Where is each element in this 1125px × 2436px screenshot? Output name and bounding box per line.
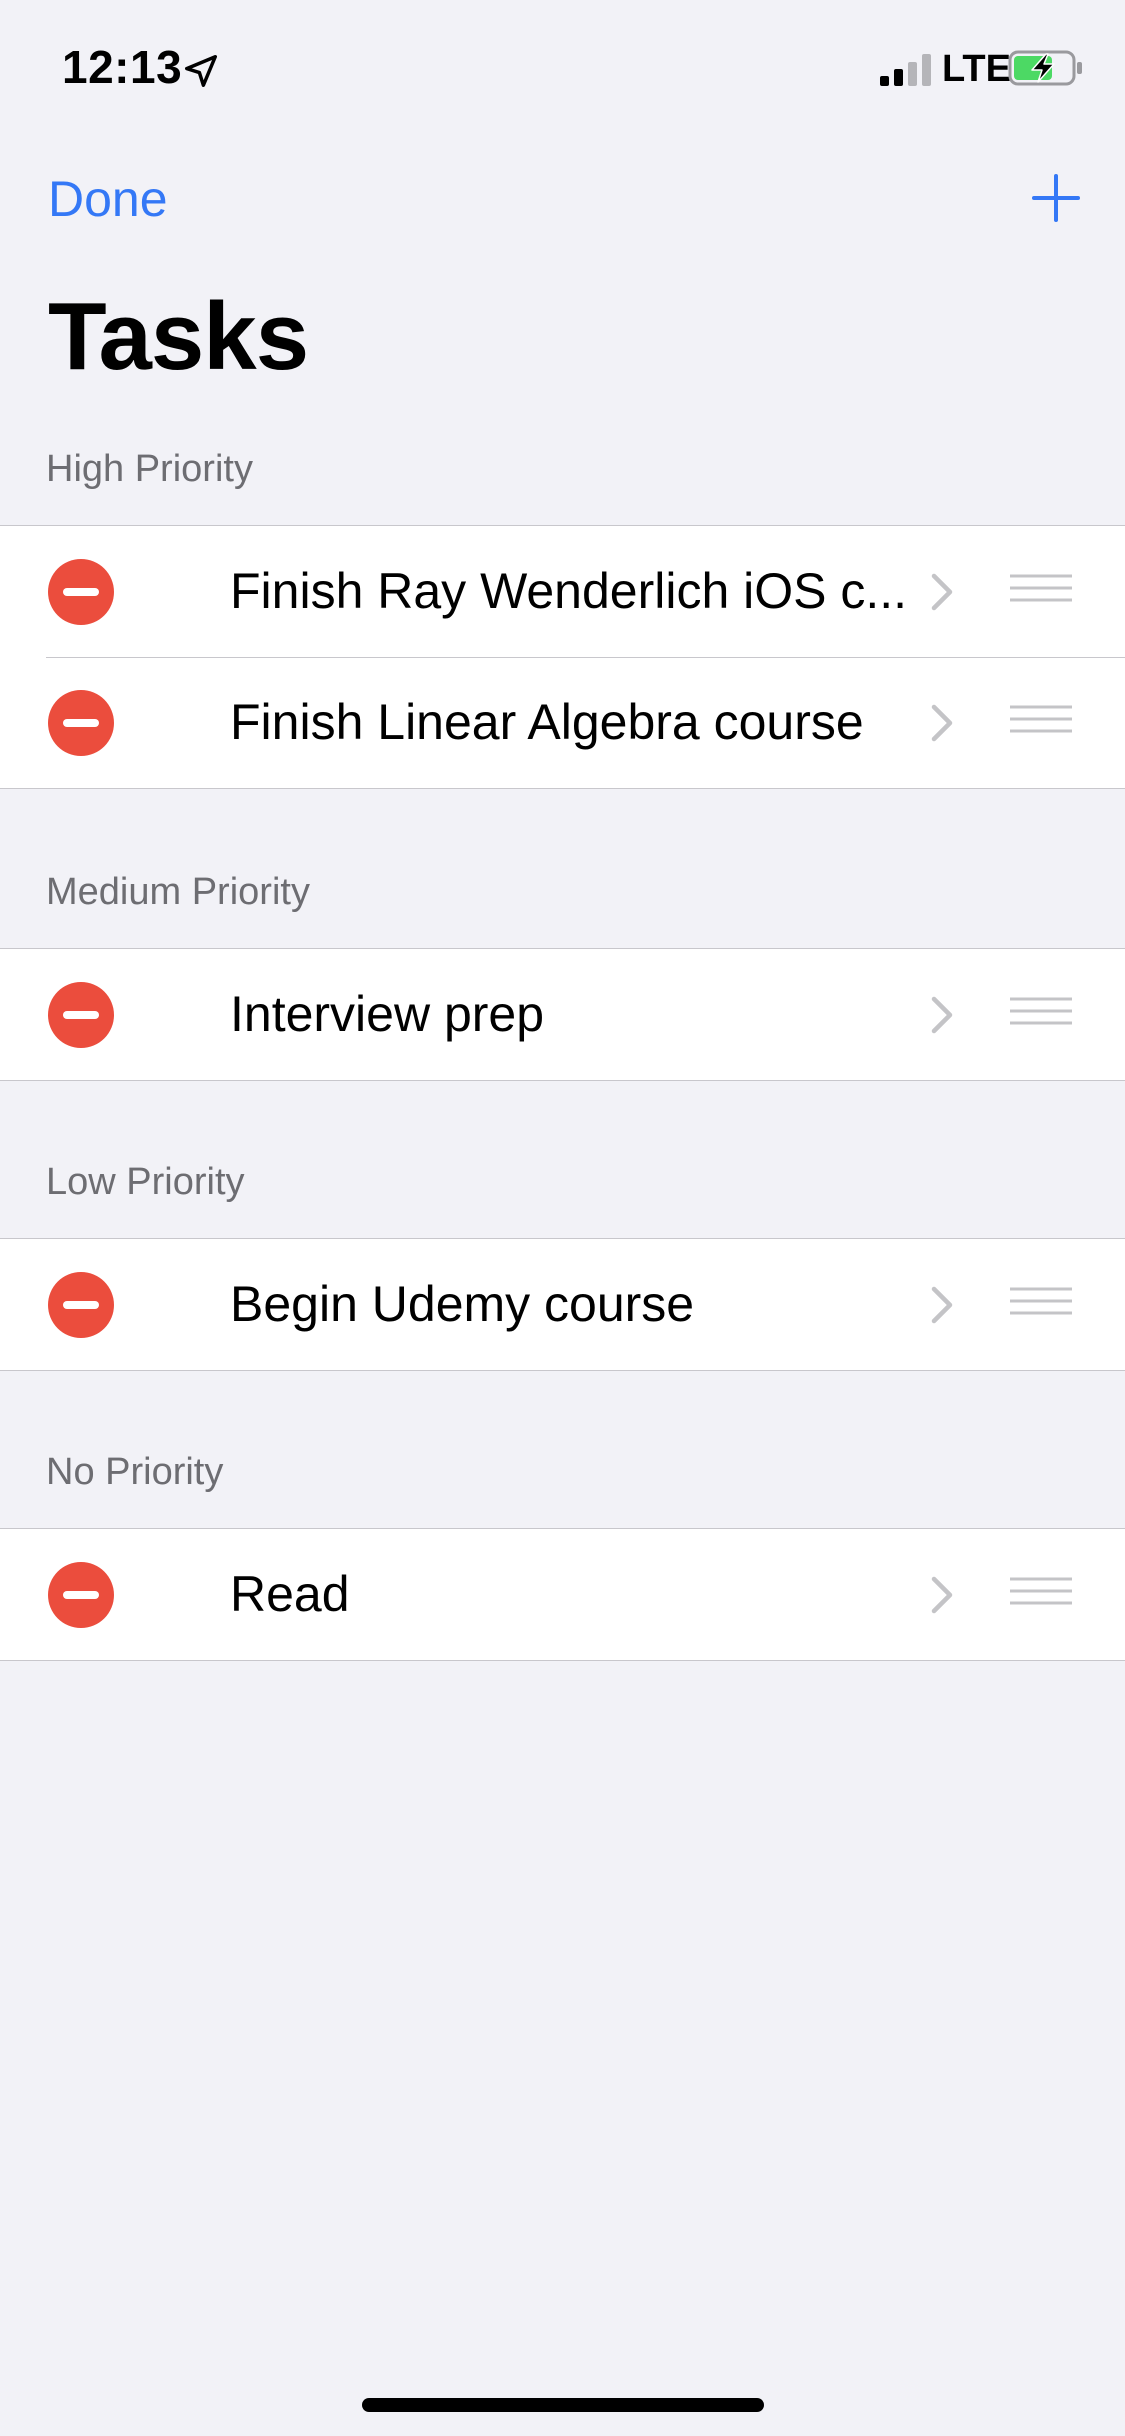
battery-charging-icon <box>1008 50 1082 86</box>
delete-button[interactable] <box>48 1272 114 1338</box>
minus-icon <box>63 719 99 727</box>
table-row[interactable]: Finish Linear Algebra course <box>0 657 1125 788</box>
task-title: Begin Udemy course <box>230 1276 695 1332</box>
delete-button[interactable] <box>48 1562 114 1628</box>
chevron-right-icon <box>931 1576 953 1614</box>
reorder-handle-icon[interactable] <box>1008 1573 1074 1617</box>
task-title: Read <box>230 1566 350 1622</box>
status-bar: 12:13 LTE <box>0 0 1125 132</box>
reorder-handle-icon[interactable] <box>1008 701 1074 745</box>
location-icon <box>185 55 217 87</box>
reorder-handle-icon[interactable] <box>1008 1283 1074 1327</box>
table-row[interactable]: Begin Udemy course <box>0 1239 1125 1370</box>
task-title: Finish Ray Wenderlich iOS c... <box>230 563 908 619</box>
table-row[interactable]: Interview prep <box>0 949 1125 1080</box>
minus-icon <box>63 588 99 596</box>
section-header-high: High Priority <box>46 448 253 490</box>
section-header-medium: Medium Priority <box>46 871 310 913</box>
delete-button[interactable] <box>48 559 114 625</box>
task-title: Interview prep <box>230 986 545 1042</box>
signal-icon <box>880 54 931 86</box>
status-time: 12:13 <box>62 41 183 93</box>
page-title: Tasks <box>48 283 309 390</box>
section-high-priority: Finish Ray Wenderlich iOS c... Finish Li… <box>0 525 1125 789</box>
section-low-priority: Begin Udemy course <box>0 1238 1125 1371</box>
chevron-right-icon <box>931 996 953 1034</box>
chevron-right-icon <box>931 573 953 611</box>
delete-button[interactable] <box>48 982 114 1048</box>
reorder-handle-icon[interactable] <box>1008 570 1074 614</box>
home-indicator[interactable] <box>362 2398 764 2412</box>
table-row[interactable]: Read <box>0 1529 1125 1660</box>
section-header-none: No Priority <box>46 1451 224 1493</box>
chevron-right-icon <box>931 704 953 742</box>
section-medium-priority: Interview prep <box>0 948 1125 1081</box>
status-network: LTE <box>942 48 1011 90</box>
minus-icon <box>63 1591 99 1599</box>
plus-icon[interactable] <box>1030 172 1082 224</box>
reorder-handle-icon[interactable] <box>1008 993 1074 1037</box>
minus-icon <box>63 1301 99 1309</box>
minus-icon <box>63 1011 99 1019</box>
section-no-priority: Read <box>0 1528 1125 1661</box>
section-header-low: Low Priority <box>46 1161 245 1203</box>
task-title: Finish Linear Algebra course <box>230 694 864 750</box>
table-row[interactable]: Finish Ray Wenderlich iOS c... <box>0 526 1125 657</box>
delete-button[interactable] <box>48 690 114 756</box>
chevron-right-icon <box>931 1286 953 1324</box>
done-button[interactable]: Done <box>48 170 168 228</box>
